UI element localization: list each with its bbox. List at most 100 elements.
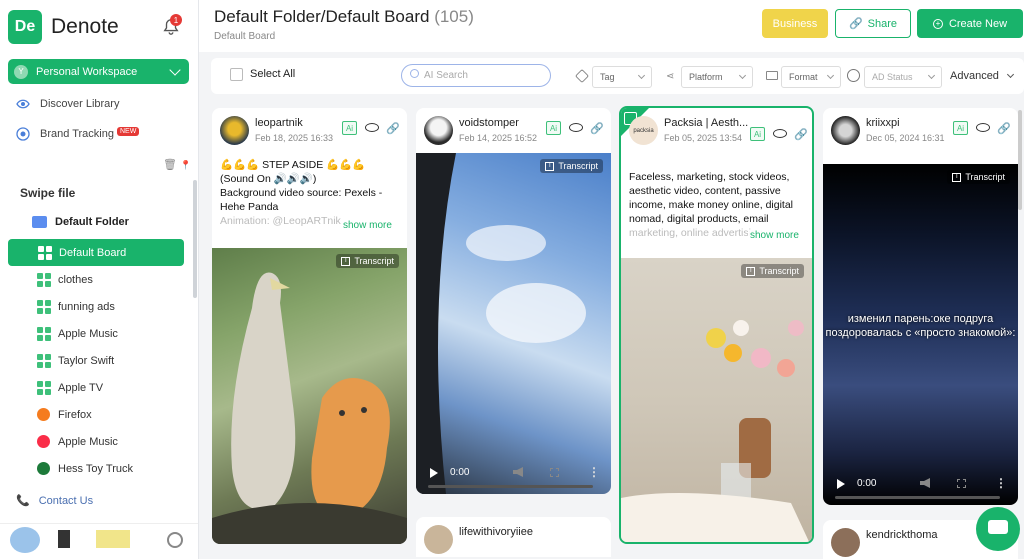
ad-card[interactable]: leopartnik Feb 18, 2025 16:33 Ai 🔗 💪💪💪 S… <box>212 108 407 544</box>
ad-status-filter[interactable]: AD Status <box>864 66 942 88</box>
ad-thumbnail[interactable]: T Transcript <box>212 248 407 544</box>
tag-label: Tag <box>600 72 615 82</box>
ai-badge[interactable]: Ai <box>342 121 357 135</box>
firefox-icon <box>37 408 50 421</box>
plus-circle-icon: + <box>932 18 943 29</box>
card-author[interactable]: leopartnik <box>255 117 303 129</box>
ai-badge[interactable]: Ai <box>750 127 765 141</box>
avatar[interactable] <box>831 528 860 557</box>
transcript-button[interactable]: T Transcript <box>336 254 399 268</box>
eye-icon[interactable] <box>569 123 583 132</box>
ad-video[interactable]: изменил парень:оке подруга поздоровалась… <box>823 164 1018 505</box>
video-time: 0:00 <box>450 467 470 478</box>
board-item[interactable]: funning ads <box>37 300 115 314</box>
app-logo[interactable]: De <box>8 10 42 44</box>
status-icon <box>847 69 860 82</box>
create-new-button[interactable]: + Create New <box>917 9 1023 38</box>
hess-icon <box>37 462 50 475</box>
video-progress-bar[interactable] <box>835 496 1000 499</box>
format-filter[interactable]: Format <box>781 66 841 88</box>
card-date: Feb 14, 2025 16:52 <box>459 133 538 143</box>
transcript-button[interactable]: T Transcript <box>947 170 1010 184</box>
card-author[interactable]: voidstomper <box>459 117 519 129</box>
trash-icon[interactable]: 🗑 <box>163 159 177 171</box>
volume-icon[interactable] <box>920 478 930 488</box>
board-icon <box>37 300 51 314</box>
board-item[interactable]: Firefox <box>37 408 92 421</box>
card-author[interactable]: Packsia | Aesth... <box>664 117 748 129</box>
more-options-icon[interactable]: ⋮ <box>588 465 600 479</box>
board-icon <box>37 327 51 341</box>
eye-icon[interactable] <box>976 123 990 132</box>
board-icon <box>37 381 51 395</box>
advanced-filter[interactable]: Advanced <box>950 70 1015 82</box>
avatar[interactable] <box>424 525 453 554</box>
fullscreen-icon[interactable] <box>550 468 559 477</box>
board-item[interactable]: Apple Music <box>37 435 118 448</box>
ad-card[interactable]: kriixxpi Dec 05, 2024 16:31 Ai 🔗 изменил… <box>823 108 1018 505</box>
ad-card[interactable]: lifewithivoryiiee <box>416 517 611 557</box>
gear-icon[interactable] <box>167 532 183 548</box>
transcript-button[interactable]: T Transcript <box>741 264 804 278</box>
folder-icon <box>32 216 47 228</box>
board-item[interactable]: Taylor Swift <box>37 354 114 368</box>
folder-default[interactable]: Default Folder <box>32 216 129 228</box>
pin-icon[interactable]: 📍 <box>180 160 191 170</box>
workspace-selector[interactable]: Y Personal Workspace <box>8 59 189 84</box>
avatar[interactable]: packsia <box>629 116 658 145</box>
ad-card[interactable]: packsia Packsia | Aesth... Feb 05, 2025 … <box>619 106 814 544</box>
ad-thumbnail[interactable]: T Transcript <box>621 258 812 542</box>
avatar[interactable] <box>220 116 249 145</box>
card-author[interactable]: lifewithivoryiiee <box>459 526 533 538</box>
ai-badge[interactable]: Ai <box>953 121 968 135</box>
sidebar-scrollbar[interactable] <box>193 180 197 298</box>
ai-search-input[interactable]: AI Search <box>401 64 551 87</box>
main-scrollbar[interactable] <box>1018 110 1022 210</box>
transcript-button[interactable]: T Transcript <box>540 159 603 173</box>
link-icon[interactable]: 🔗 <box>794 128 808 141</box>
link-icon[interactable]: 🔗 <box>997 122 1011 135</box>
platform-filter[interactable]: Platform <box>681 66 753 88</box>
board-label: Apple Music <box>58 328 118 340</box>
volume-icon[interactable] <box>513 467 523 477</box>
advanced-label: Advanced <box>950 70 999 82</box>
contact-us-link[interactable]: 📞 Contact Us <box>16 494 93 508</box>
link-icon[interactable]: 🔗 <box>386 122 400 135</box>
tag-filter[interactable]: Tag <box>592 66 652 88</box>
link-icon[interactable]: 🔗 <box>590 122 604 135</box>
card-author[interactable]: kendrickthoma <box>866 529 938 541</box>
eye-icon[interactable] <box>773 129 787 138</box>
fullscreen-icon[interactable] <box>957 479 966 488</box>
card-author[interactable]: kriixxpi <box>866 117 900 129</box>
chat-button[interactable] <box>976 507 1020 551</box>
avatar[interactable] <box>831 116 860 145</box>
play-icon[interactable] <box>430 468 438 478</box>
eye-icon[interactable] <box>365 123 379 132</box>
nav-discover-library[interactable]: Discover Library <box>16 97 119 111</box>
board-item[interactable]: Apple Music <box>37 327 118 341</box>
board-item[interactable]: Apple TV <box>37 381 103 395</box>
show-more-link[interactable]: show more <box>748 230 799 241</box>
video-progress-bar[interactable] <box>428 485 593 488</box>
play-icon[interactable] <box>837 479 845 489</box>
board-item[interactable]: clothes <box>37 273 93 287</box>
nav-brand-tracking[interactable]: Brand Tracking NEW <box>16 126 140 141</box>
avatar[interactable] <box>424 116 453 145</box>
more-options-icon[interactable]: ⋮ <box>995 476 1007 490</box>
image-icon <box>766 71 778 80</box>
select-all-checkbox[interactable] <box>230 68 243 81</box>
ai-badge[interactable]: Ai <box>546 121 561 135</box>
board-item[interactable]: Default Board <box>8 239 184 266</box>
board-item[interactable]: Hess Toy Truck <box>37 462 133 475</box>
chevron-down-icon <box>826 71 835 80</box>
ad-card[interactable]: voidstomper Feb 14, 2025 16:52 Ai 🔗 T Tra… <box>416 108 611 494</box>
business-button[interactable]: Business <box>762 9 828 38</box>
board-label: Apple Music <box>58 435 118 448</box>
show-more-link[interactable]: show more <box>341 220 392 231</box>
avatar[interactable] <box>10 527 40 553</box>
page-title-text: Default Folder/Default Board <box>214 7 430 26</box>
ad-video[interactable]: T Transcript 0:00 ⋮ <box>416 153 611 494</box>
board-label: funning ads <box>58 301 115 313</box>
share-button[interactable]: 🔗 Share <box>835 9 911 38</box>
board-icon <box>38 245 52 260</box>
